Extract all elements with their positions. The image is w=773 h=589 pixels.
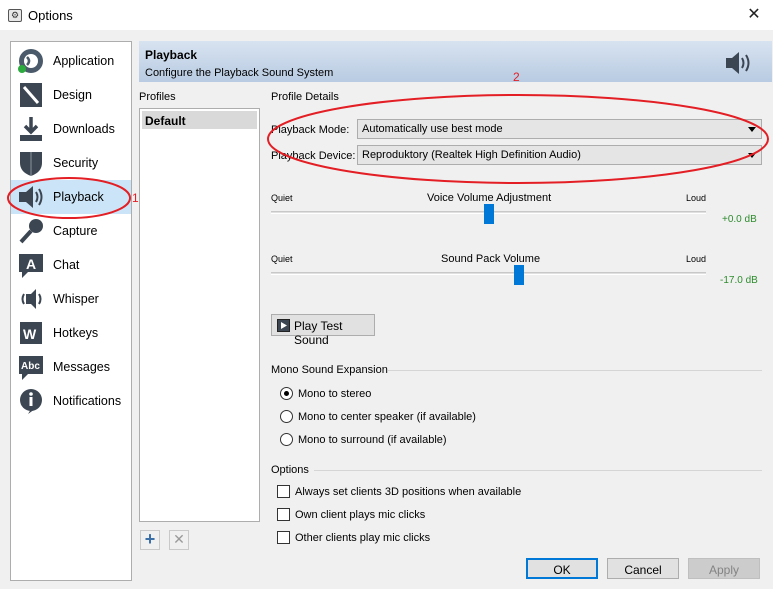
app-gear-icon: ⚙ (8, 9, 22, 22)
group-divider (388, 370, 762, 371)
sidebar-item-label: Capture (53, 224, 98, 238)
sound-pack-max-label: Loud (686, 254, 707, 264)
voice-volume-max-label: Loud (686, 193, 707, 203)
page-title: Playback (145, 48, 198, 62)
ok-button[interactable]: OK (526, 558, 598, 579)
profiles-list: Default (139, 108, 260, 522)
sidebar-item-hotkeys[interactable]: W Hotkeys (11, 316, 131, 350)
page-subtitle: Configure the Playback Sound System (145, 67, 334, 79)
sidebar-item-label: Messages (53, 360, 110, 374)
title-bar: ⚙ Options ✕ (0, 0, 773, 30)
page-header: Playback Configure the Playback Sound Sy… (139, 41, 772, 82)
sidebar-item-downloads[interactable]: Downloads (11, 112, 131, 146)
whisper-icon (21, 289, 42, 309)
chat-icon: A (19, 254, 43, 278)
voice-volume-title: Voice Volume Adjustment (427, 192, 552, 204)
sound-pack-slider[interactable] (271, 272, 706, 275)
hotkeys-icon: W (20, 322, 42, 344)
sound-pack-title: Sound Pack Volume (441, 253, 541, 265)
radio-mono-to-stereo[interactable] (280, 387, 293, 400)
speaker-icon (726, 52, 750, 74)
cancel-button[interactable]: Cancel (607, 558, 679, 579)
mono-expansion-label: Mono Sound Expansion (271, 364, 388, 376)
pencil-icon (20, 83, 42, 107)
category-sidebar: Application Design Downloads Security Pl… (10, 41, 132, 581)
sidebar-item-label: Downloads (53, 122, 115, 136)
sidebar-item-label: Hotkeys (53, 326, 99, 340)
radio-label-mono-to-center: Mono to center speaker (if available) (298, 411, 476, 423)
sidebar-item-design[interactable]: Design (11, 78, 131, 112)
sidebar-item-label: Whisper (53, 292, 99, 306)
sound-pack-value: -17.0 dB (720, 275, 758, 286)
radio-mono-to-surround[interactable] (280, 433, 293, 446)
teamspeak-logo-icon (18, 49, 43, 73)
annotation-label-1: 1 (132, 191, 139, 205)
sidebar-item-notifications[interactable]: Notifications (11, 384, 131, 418)
voice-volume-min-label: Quiet (271, 193, 293, 203)
play-icon (277, 319, 290, 332)
window-title: Options (28, 8, 73, 23)
download-icon (20, 117, 42, 141)
annotation-ellipse-1 (7, 177, 131, 219)
play-test-sound-button[interactable]: Play Test Sound (271, 314, 375, 347)
checkbox-label-own-mic-clicks: Own client plays mic clicks (295, 509, 426, 521)
messages-icon: Abc (19, 356, 43, 380)
annotation-ellipse-2 (267, 94, 769, 184)
voice-volume-slider-thumb[interactable] (484, 204, 494, 224)
play-test-sound-label: Play Test Sound (294, 319, 343, 347)
profile-item-default[interactable]: Default (142, 111, 257, 129)
profiles-label: Profiles (139, 91, 176, 103)
shield-icon (20, 152, 42, 176)
sidebar-item-whisper[interactable]: Whisper (11, 282, 131, 316)
sidebar-item-chat[interactable]: A Chat (11, 248, 131, 282)
sidebar-item-label: Design (53, 88, 92, 102)
sidebar-item-label: Security (53, 156, 99, 170)
radio-mono-to-center[interactable] (280, 410, 293, 423)
checkbox-label-3d-positions: Always set clients 3D positions when ava… (295, 486, 522, 498)
group-divider (314, 470, 762, 471)
close-button[interactable]: ✕ (743, 5, 765, 25)
svg-text:W: W (23, 326, 37, 342)
sidebar-item-label: Chat (53, 258, 80, 272)
voice-volume-value: +0.0 dB (722, 214, 757, 225)
info-icon (20, 389, 42, 414)
svg-text:A: A (26, 256, 36, 272)
checkbox-label-other-mic-clicks: Other clients play mic clicks (295, 532, 431, 544)
radio-label-mono-to-surround: Mono to surround (if available) (298, 434, 447, 446)
sidebar-item-label: Notifications (53, 394, 122, 408)
add-profile-button[interactable]: + (140, 530, 160, 550)
sidebar-item-application[interactable]: Application (11, 44, 131, 78)
sidebar-item-label: Application (53, 54, 115, 68)
remove-profile-button[interactable]: ✕ (169, 530, 189, 550)
apply-button[interactable]: Apply (688, 558, 760, 579)
checkbox-other-mic-clicks[interactable] (277, 531, 290, 544)
svg-text:Abc: Abc (21, 361, 40, 372)
checkbox-3d-positions[interactable] (277, 485, 290, 498)
options-label: Options (271, 464, 309, 476)
sound-pack-min-label: Quiet (271, 254, 293, 264)
annotation-label-2: 2 (513, 70, 520, 84)
radio-label-mono-to-stereo: Mono to stereo (298, 388, 372, 400)
checkbox-own-mic-clicks[interactable] (277, 508, 290, 521)
sound-pack-slider-thumb[interactable] (514, 265, 524, 285)
sidebar-item-messages[interactable]: Abc Messages (11, 350, 131, 384)
